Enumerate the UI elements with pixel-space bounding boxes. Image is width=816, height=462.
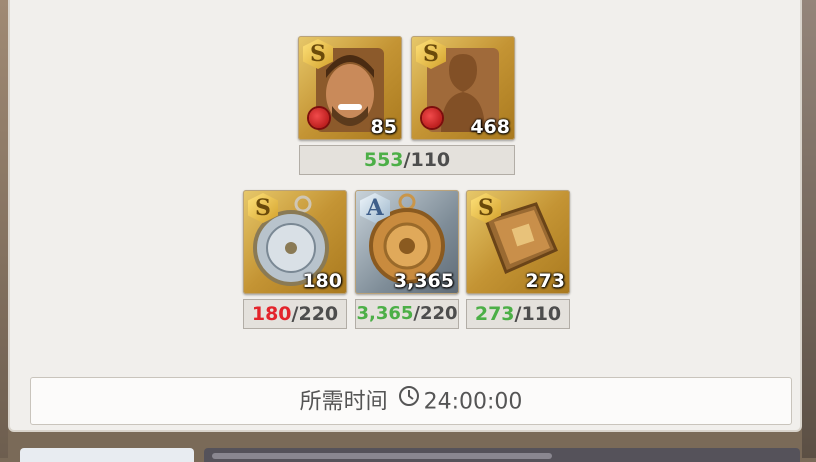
- material-requirement-bar: 273/110: [466, 299, 570, 329]
- material-requirement-bar: 180/220: [243, 299, 347, 329]
- seal-icon: [422, 108, 442, 128]
- hero-count: 468: [470, 116, 510, 138]
- background-left: [0, 0, 8, 458]
- bottom-progress: [212, 453, 552, 459]
- material-count: 180: [302, 270, 342, 292]
- background-right: [802, 0, 816, 458]
- material-count: 273: [525, 270, 565, 292]
- hero-have: 553: [363, 149, 404, 171]
- material-have: 3,365: [356, 303, 414, 324]
- clock-icon: [398, 378, 420, 424]
- material-need: /110: [514, 303, 562, 325]
- material-count: 3,365: [393, 270, 454, 292]
- hero-need: /110: [403, 149, 451, 171]
- hero-count: 85: [370, 116, 397, 138]
- material-have: 273: [474, 303, 515, 325]
- material-card[interactable]: S 273: [466, 190, 570, 294]
- material-requirement-bar: 3,365/220: [355, 299, 459, 329]
- time-value: 24:00:00: [423, 389, 523, 415]
- material-need: /220: [291, 303, 339, 325]
- hero-card[interactable]: S 468: [411, 36, 515, 140]
- bottom-left-button[interactable]: [20, 448, 194, 462]
- material-need: /220: [413, 303, 458, 324]
- time-label: 所需时间: [299, 389, 388, 415]
- seal-icon: [309, 108, 329, 128]
- required-time-box: 所需时间 24:00:00: [30, 377, 792, 425]
- material-have: 180: [251, 303, 292, 325]
- hero-card[interactable]: S 85: [298, 36, 402, 140]
- material-card[interactable]: A 3,365: [355, 190, 459, 294]
- bottom-right-button[interactable]: [204, 448, 800, 462]
- hero-requirement-bar: 553/110: [299, 145, 515, 175]
- material-card[interactable]: S 180: [243, 190, 347, 294]
